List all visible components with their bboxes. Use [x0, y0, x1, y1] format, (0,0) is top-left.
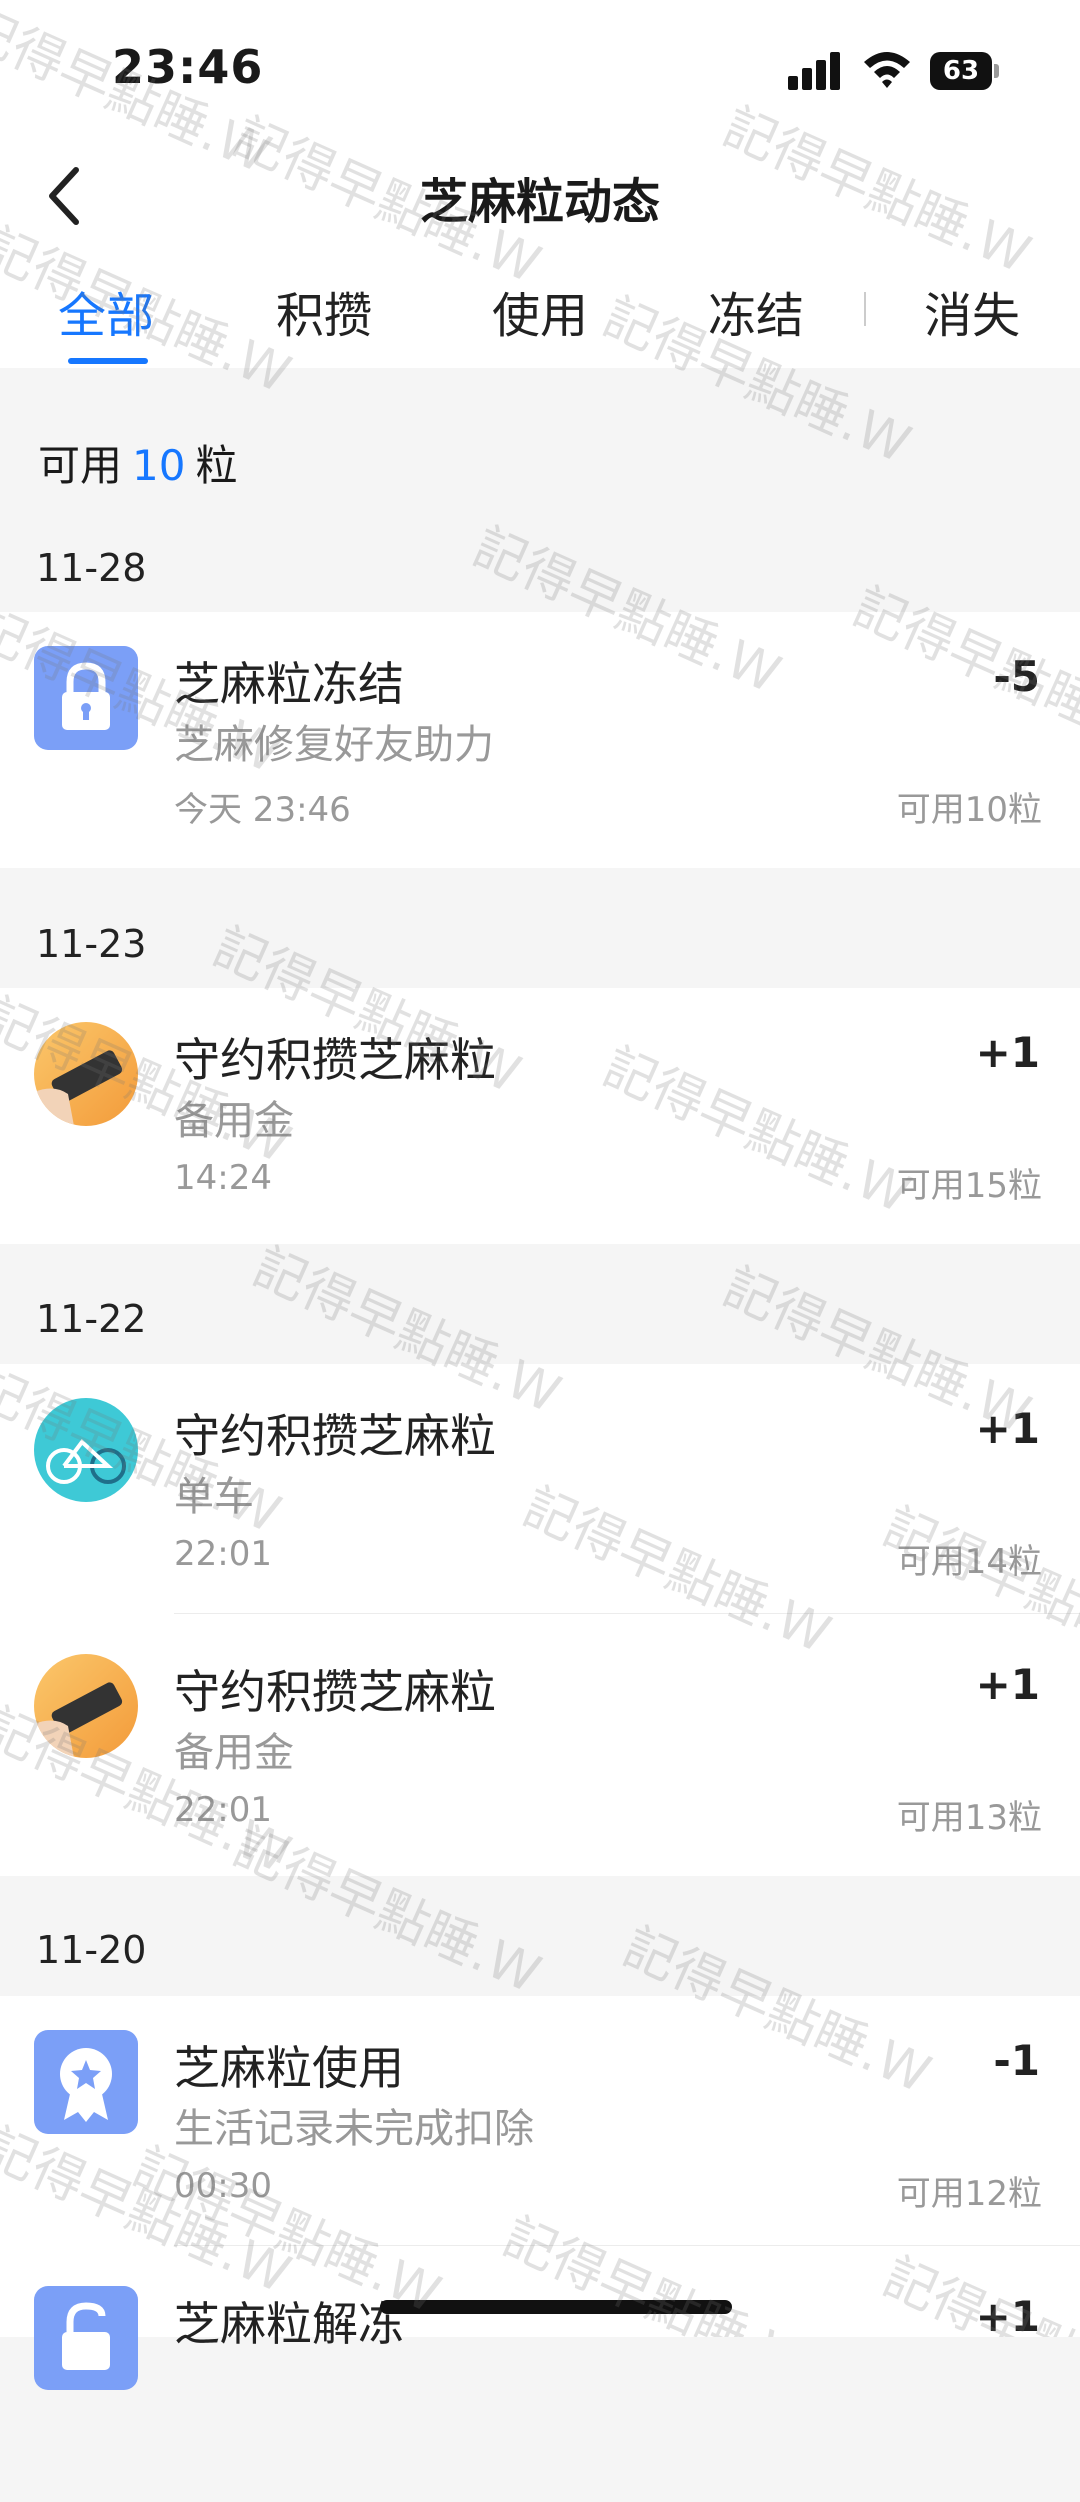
lock-icon: [34, 646, 138, 750]
record-time: 22:01: [174, 1534, 272, 1574]
summary-suffix: 粒: [195, 441, 238, 490]
record-title: 芝麻粒解冻: [174, 2297, 404, 2351]
status-time: 23:46: [112, 40, 264, 94]
record-item[interactable]: 守约积攒芝麻粒 单车 22:01 +1 可用14粒: [0, 1364, 1080, 1614]
record-group: 守约积攒芝麻粒 单车 22:01 +1 可用14粒 守约积攒芝麻粒 备用金 22…: [0, 1364, 1080, 1876]
record-title: 芝麻粒冻结: [174, 657, 404, 711]
record-title: 守约积攒芝麻粒: [174, 1409, 496, 1463]
summary-prefix: 可用: [38, 441, 123, 490]
record-balance: 可用10粒: [896, 790, 1042, 830]
record-subtitle: 单车: [174, 1474, 254, 1520]
record-item[interactable]: 守约积攒芝麻粒 备用金 14:24 +1 可用15粒: [0, 988, 1080, 1238]
record-item[interactable]: 芝麻粒冻结 芝麻修复好友助力 今天 23:46 -5 可用10粒: [0, 612, 1080, 862]
record-balance: 可用13粒: [896, 1798, 1042, 1838]
tab-divider: [864, 292, 866, 326]
record-group: 芝麻粒冻结 芝麻修复好友助力 今天 23:46 -5 可用10粒: [0, 612, 1080, 868]
unlock-icon: [34, 2286, 138, 2390]
tab-bar: 全部 积攒 使用 冻结 消失: [0, 250, 1080, 368]
record-subtitle: 生活记录未完成扣除: [174, 2106, 534, 2152]
record-amount: +1: [975, 1028, 1040, 1077]
phone-hand-icon: [34, 1022, 138, 1126]
active-tab-indicator: [68, 358, 148, 364]
home-indicator: [380, 2300, 732, 2314]
record-group: 守约积攒芝麻粒 备用金 14:24 +1 可用15粒: [0, 988, 1080, 1244]
record-amount: +1: [975, 1660, 1040, 1709]
record-amount: +1: [975, 2292, 1040, 2341]
status-bar: 23:46 63: [0, 0, 1080, 140]
record-balance: 可用12粒: [896, 2174, 1042, 2214]
record-time: 14:24: [174, 1158, 272, 1198]
record-amount: -5: [993, 652, 1040, 701]
record-title: 芝麻粒使用: [174, 2041, 404, 2095]
battery-level: 63: [942, 56, 980, 86]
battery-icon: 63: [930, 52, 1000, 90]
tab-accumulate[interactable]: 积攒: [276, 276, 372, 346]
record-subtitle: 备用金: [174, 1730, 294, 1776]
record-item[interactable]: 芝麻粒使用 生活记录未完成扣除 00:30 -1 可用12粒: [0, 1996, 1080, 2246]
date-header: 11-20: [36, 1928, 147, 1972]
record-balance: 可用14粒: [896, 1542, 1042, 1582]
divider: [174, 1613, 1080, 1614]
tab-expired[interactable]: 消失: [924, 276, 1020, 346]
record-item[interactable]: 芝麻粒解冻 +1: [0, 2252, 1080, 2502]
bike-icon: [34, 1398, 138, 1502]
record-subtitle: 芝麻修复好友助力: [174, 722, 494, 768]
phone-hand-icon: [34, 1654, 138, 1758]
tab-all[interactable]: 全部: [58, 276, 154, 346]
date-header: 11-23: [36, 922, 147, 966]
date-header: 11-22: [36, 1297, 147, 1341]
record-title: 守约积攒芝麻粒: [174, 1033, 496, 1087]
available-summary: 可用 10 粒: [38, 432, 237, 493]
record-time: 今天 23:46: [174, 790, 351, 830]
record-balance: 可用15粒: [896, 1166, 1042, 1206]
record-group: 芝麻粒使用 生活记录未完成扣除 00:30 -1 可用12粒 芝麻粒解冻 +1: [0, 1996, 1080, 2390]
tab-frozen[interactable]: 冻结: [708, 276, 804, 346]
badge-icon: [34, 2030, 138, 2134]
divider: [174, 2245, 1080, 2246]
record-amount: +1: [975, 1404, 1040, 1453]
cellular-signal-icon: [788, 52, 844, 90]
tab-use[interactable]: 使用: [492, 276, 588, 346]
record-item[interactable]: 守约积攒芝麻粒 备用金 22:01 +1 可用13粒: [0, 1620, 1080, 1870]
record-time: 22:01: [174, 1790, 272, 1830]
page-title: 芝麻粒动态: [419, 174, 660, 230]
record-amount: -1: [993, 2036, 1040, 2085]
available-count: 10: [132, 441, 186, 490]
date-header: 11-28: [36, 546, 147, 590]
nav-bar: 芝麻粒动态: [0, 140, 1080, 250]
record-subtitle: 备用金: [174, 1098, 294, 1144]
record-title: 守约积攒芝麻粒: [174, 1665, 496, 1719]
record-time: 00:30: [174, 2166, 272, 2206]
wifi-icon: [864, 52, 910, 88]
